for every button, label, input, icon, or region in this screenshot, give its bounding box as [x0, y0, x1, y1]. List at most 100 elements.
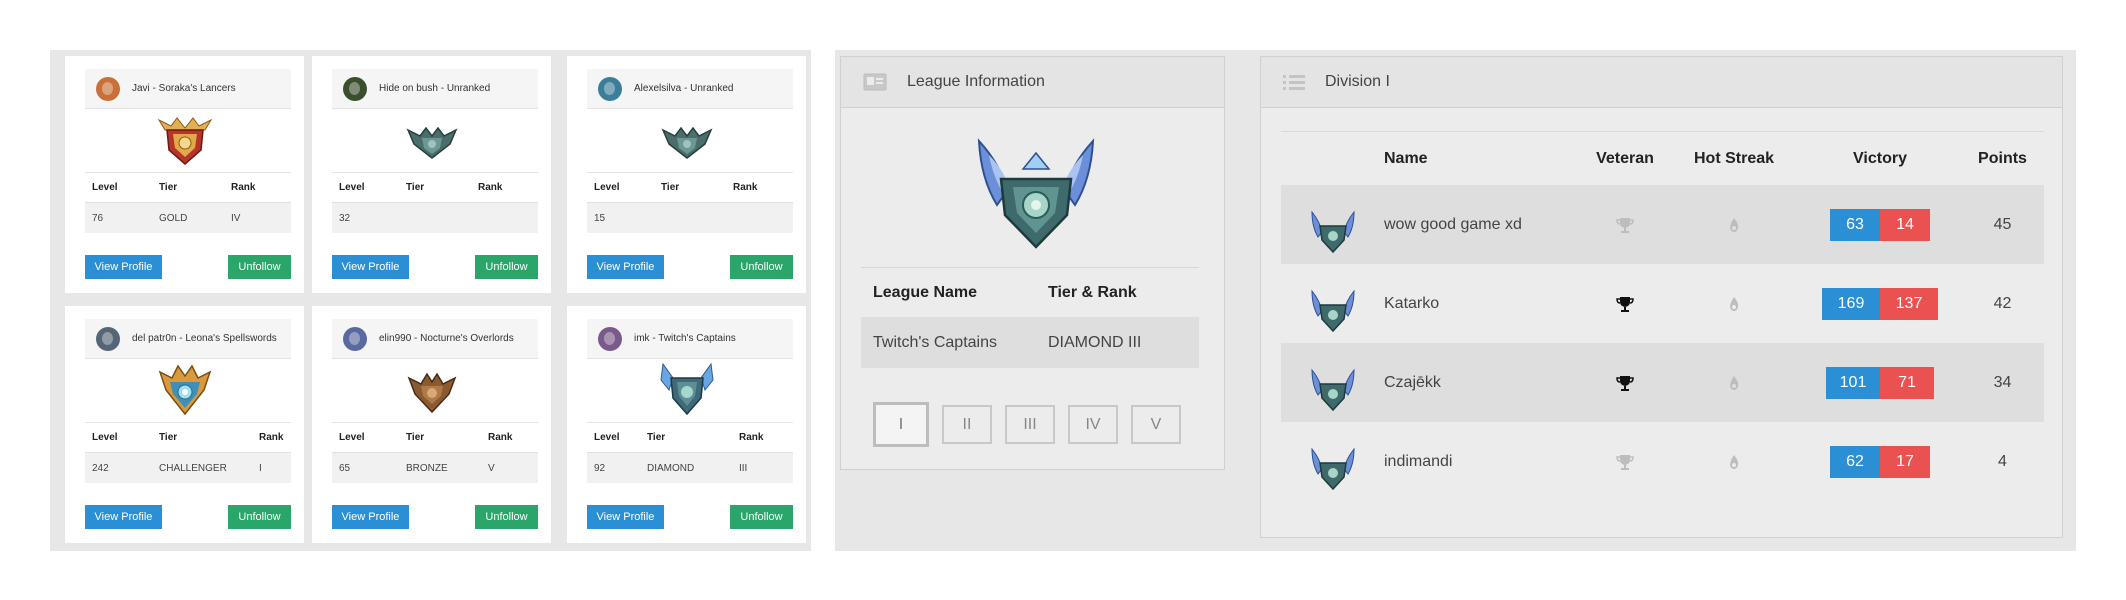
diamond-crest-icon: [1310, 368, 1355, 411]
league-table-header: League Name Tier & Rank: [861, 267, 1199, 317]
stats-row: 76 GOLD IV: [85, 202, 291, 233]
player-card-header: imk - Twitch's Captains: [587, 319, 793, 359]
tier-header: Tier: [647, 432, 666, 443]
league-information-box: League Information League Name Tier & Ra…: [840, 56, 1225, 470]
fire-icon: [1730, 375, 1739, 390]
view-profile-button[interactable]: View Profile: [587, 505, 664, 529]
league-information-header: League Information: [841, 57, 1224, 108]
avatar: [343, 326, 367, 351]
unranked-crest-icon: [406, 126, 457, 159]
level-value: 242: [92, 462, 109, 474]
level-header: Level: [339, 182, 365, 193]
division-page-i[interactable]: I: [873, 402, 929, 447]
rank-header: Rank: [259, 432, 284, 443]
stats-header-row: Level Tier Rank: [85, 422, 291, 452]
view-profile-button[interactable]: View Profile: [85, 255, 162, 279]
tier-value: CHALLENGER: [159, 462, 227, 474]
points-value: 34: [1993, 373, 2012, 391]
player-card-header: Hide on bush - Unranked: [332, 69, 538, 109]
losses-badge: 17: [1880, 445, 1930, 478]
rank-value: V: [488, 462, 495, 474]
unfollow-button[interactable]: Unfollow: [730, 255, 793, 279]
league-name-header: League Name: [873, 283, 978, 301]
player-card: del patr0n - Leona's Spellswords Level T…: [65, 306, 304, 543]
division-page-iii[interactable]: III: [1005, 405, 1055, 444]
stats-header-row: Level Tier Rank: [332, 172, 538, 202]
view-profile-button[interactable]: View Profile: [332, 505, 409, 529]
unfollow-button[interactable]: Unfollow: [228, 505, 291, 529]
player-name: Javi - Soraka's Lancers: [132, 83, 236, 94]
stats-header-row: Level Tier Rank: [332, 422, 538, 452]
level-header: Level: [339, 432, 365, 443]
player-stats-table: Level Tier Rank 76 GOLD IV: [85, 172, 291, 233]
division-table-header: Name Veteran Hot Streak Victory Points: [1281, 131, 2044, 185]
table-row[interactable]: indimandi 62 17 4: [1281, 422, 2044, 501]
player-name: wow good game xd: [1384, 215, 1522, 233]
player-card: imk - Twitch's Captains Level Tier Rank …: [567, 306, 806, 543]
table-row[interactable]: Katarko 169 137 42: [1281, 264, 2044, 343]
stats-row: 15: [587, 202, 793, 233]
avatar: [598, 326, 622, 351]
player-stats-table: Level Tier Rank 242 CHALLENGER I: [85, 422, 291, 483]
rank-header: Rank: [739, 432, 764, 443]
rank-header: Rank: [478, 182, 503, 193]
losses-badge: 137: [1880, 287, 1938, 320]
unfollow-button[interactable]: Unfollow: [228, 255, 291, 279]
stats-row: 32: [332, 202, 538, 233]
tier-header: Tier: [406, 182, 425, 193]
avatar: [96, 76, 120, 101]
fire-icon: [1730, 454, 1739, 469]
player-name: elin990 - Nocturne's Overlords: [379, 333, 514, 344]
points-value: 4: [1998, 452, 2007, 470]
tier-header: Tier: [661, 182, 680, 193]
hot-streak-header: Hot Streak: [1693, 149, 1775, 167]
tier-rank-value: DIAMOND III: [1048, 333, 1142, 351]
followed-players-panel: Javi - Soraka's Lancers Level Tier Rank …: [50, 50, 811, 551]
division-pager: I II III IV V: [873, 402, 1194, 447]
unranked-crest-icon: [661, 126, 712, 159]
unfollow-button[interactable]: Unfollow: [475, 255, 538, 279]
trophy-icon: [1616, 375, 1634, 391]
player-name: Alexelsilva - Unranked: [634, 83, 734, 94]
wins-badge: 63: [1830, 208, 1880, 241]
player-name: Czajēkk: [1384, 373, 1441, 391]
division-box: Division I Name Veteran Hot Streak Victo…: [1260, 56, 2063, 538]
view-profile-button[interactable]: View Profile: [332, 255, 409, 279]
fire-icon: [1730, 217, 1739, 232]
level-value: 32: [339, 212, 351, 224]
division-standings-table: Name Veteran Hot Streak Victory Points w…: [1281, 131, 2044, 501]
diamond-crest-icon: [977, 138, 1095, 249]
wins-badge: 62: [1830, 445, 1880, 478]
trophy-icon: [1616, 217, 1634, 233]
rank-value: III: [739, 462, 748, 474]
unfollow-button[interactable]: Unfollow: [475, 505, 538, 529]
division-page-iv[interactable]: IV: [1068, 405, 1118, 444]
view-profile-button[interactable]: View Profile: [587, 255, 664, 279]
stats-header-row: Level Tier Rank: [587, 422, 793, 452]
gold-crest-icon: [157, 117, 212, 165]
player-card: elin990 - Nocturne's Overlords Level Tie…: [312, 306, 551, 543]
stats-header-row: Level Tier Rank: [587, 172, 793, 202]
player-stats-table: Level Tier Rank 92 DIAMOND III: [587, 422, 793, 483]
diamond-crest-icon: [1310, 289, 1355, 332]
diamond-crest-icon: [1310, 210, 1355, 253]
player-name: indimandi: [1384, 452, 1453, 470]
player-card-header: Alexelsilva - Unranked: [587, 69, 793, 109]
league-panel: League Information League Name Tier & Ra…: [835, 50, 2076, 551]
tier-value: BRONZE: [406, 462, 448, 474]
box-title: Division I: [1325, 73, 1390, 90]
tier-value: DIAMOND: [647, 462, 695, 474]
table-row[interactable]: Czajēkk 101 71 34: [1281, 343, 2044, 422]
veteran-header: Veteran: [1596, 149, 1654, 167]
player-card: Alexelsilva - Unranked Level Tier Rank 1…: [567, 56, 806, 293]
wins-badge: 101: [1826, 366, 1880, 399]
level-header: Level: [594, 182, 620, 193]
view-profile-button[interactable]: View Profile: [85, 505, 162, 529]
division-page-ii[interactable]: II: [942, 405, 992, 444]
table-row[interactable]: wow good game xd 63 14 45: [1281, 185, 2044, 264]
division-page-v[interactable]: V: [1131, 405, 1181, 444]
rank-header: Rank: [488, 432, 513, 443]
tier-header: Tier: [159, 432, 178, 443]
losses-badge: 14: [1880, 208, 1930, 241]
unfollow-button[interactable]: Unfollow: [730, 505, 793, 529]
